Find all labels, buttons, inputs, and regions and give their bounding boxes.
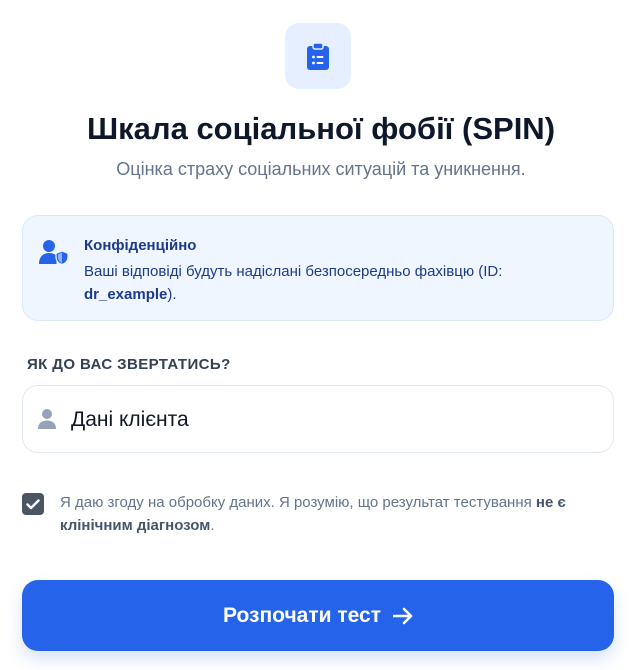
user-icon [38, 409, 56, 429]
privacy-notice: Конфіденційно Ваші відповіді будуть наді… [22, 215, 614, 321]
clipboard-list-icon [307, 42, 329, 70]
page-subtitle: Оцінка страху соціальних ситуацій та уни… [116, 159, 526, 179]
start-button-label: Розпочати тест [222, 603, 381, 627]
start-test-button[interactable]: Розпочати тест [22, 580, 614, 651]
arrow-right-icon [393, 607, 413, 624]
notice-text-end: ). [167, 286, 177, 303]
checkmark-icon [26, 498, 40, 509]
name-field-label: ЯК ДО ВАС ЗВЕРТАТИСЬ? [27, 356, 231, 373]
notice-text-start: Ваші відповіді будуть надіслані безпосер… [84, 263, 503, 280]
name-field[interactable] [22, 385, 614, 453]
specialist-id: dr_example [84, 286, 168, 303]
consent-text: Я даю згоду на обробку даних. Я розумію,… [60, 494, 536, 511]
page-title: Шкала соціальної фобії (SPIN) [86, 111, 556, 146]
name-input[interactable] [71, 400, 601, 440]
notice-title: Конфіденційно [84, 237, 197, 254]
consent-label[interactable]: Я даю згоду на обробку даних. Я розумію,… [60, 491, 600, 537]
user-shield-icon [39, 240, 69, 265]
consent-checkbox[interactable] [22, 493, 44, 515]
header-icon-tile [285, 23, 351, 89]
notice-text: Ваші відповіді будуть надіслані безпосер… [84, 260, 584, 306]
consent-text-end: . [210, 517, 215, 534]
